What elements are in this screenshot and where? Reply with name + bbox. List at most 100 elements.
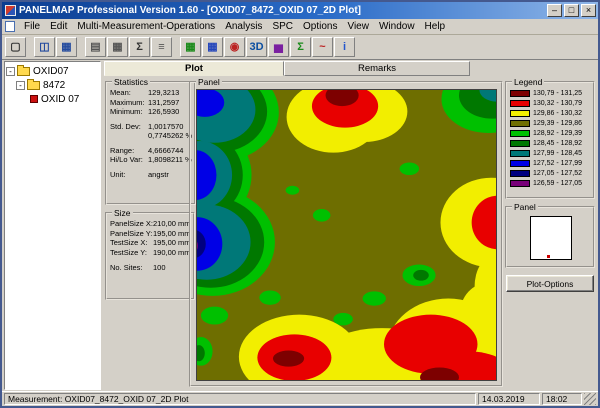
mdi-child-icon[interactable] [5, 21, 15, 32]
legend-color-swatch [510, 149, 530, 157]
plot-options-button[interactable]: Plot-Options [506, 275, 594, 292]
measurement-node-icon [30, 95, 38, 103]
legend-color-swatch [510, 179, 530, 187]
contour-map [197, 90, 496, 380]
menu-item[interactable]: Edit [45, 20, 72, 33]
statistics-row: 0,7745262 % [148, 131, 193, 140]
menu-item[interactable]: View [342, 20, 374, 33]
menu-item[interactable]: SPC [267, 20, 298, 33]
tree-item-label: OXID07 [33, 65, 69, 77]
wafer-map-icon[interactable]: ◉ [224, 37, 245, 57]
legend-title: Legend [514, 77, 543, 87]
resize-grip[interactable] [584, 393, 596, 405]
maximize-button[interactable]: □ [564, 4, 579, 17]
minimize-button[interactable]: – [547, 4, 562, 17]
panel-preview-groupbox: Panel [505, 202, 595, 268]
menubar: File Edit Multi-Measurement-Operations A… [2, 19, 598, 35]
status-measurement: Measurement: OXID07_8472_OXID 07_2D Plot [4, 393, 476, 405]
legend-color-swatch [510, 139, 530, 147]
legend-entry: 129,86 - 130,32 [510, 108, 591, 118]
toolbar: ▢ ◫ ▦ ▤ ▦ Σ ≡ ▦ ▦ ◉ 3D ▅ Σ ~ i [2, 35, 598, 60]
titlebar: PANELMAP Professional Version 1.60 - [OX… [2, 2, 598, 19]
app-icon[interactable] [5, 5, 16, 16]
legend-color-swatch [510, 169, 530, 177]
size-row: PanelSize X: 210,00 mm [110, 219, 191, 228]
legend-color-swatch [510, 159, 530, 167]
legend-entry: 130,79 - 131,25 [510, 88, 591, 98]
statistics-row: Hi/Lo Var: 1,8098211 % [110, 155, 192, 164]
legend-range-label: 128,92 - 129,39 [533, 129, 583, 137]
tab-plot[interactable]: Plot [104, 61, 284, 76]
cascade-windows-icon[interactable]: ◫ [34, 37, 55, 57]
map-2d-green-icon[interactable]: ▦ [180, 37, 201, 57]
menu-item[interactable]: Window [374, 20, 420, 33]
legend-range-label: 130,32 - 130,79 [533, 99, 583, 107]
notes-icon[interactable]: ≡ [151, 37, 172, 57]
panel-orientation-mark [547, 255, 551, 258]
map-2d-blue-icon[interactable]: ▦ [202, 37, 223, 57]
tree-item-oxid07[interactable]: - OXID07 [6, 64, 99, 78]
tree-item-oxid-07[interactable]: OXID 07 [6, 92, 99, 106]
menu-item[interactable]: File [19, 20, 45, 33]
legend-color-swatch [510, 129, 530, 137]
tree-item-8472[interactable]: - 8472 [6, 78, 99, 92]
legend-entry: 130,32 - 130,79 [510, 98, 591, 108]
folder-icon [17, 64, 30, 76]
view-3d-icon[interactable]: 3D [246, 37, 267, 57]
left-column: Statistics Mean: 129,3213 Maximum: 131,2… [104, 77, 197, 390]
edit-table-icon[interactable]: ▤ [85, 37, 106, 57]
size-groupbox: Size PanelSize X: 210,00 mm PanelSize Y:… [105, 208, 195, 300]
new-document-icon[interactable]: ▢ [5, 37, 26, 57]
size-row: TestSize Y: 190,00 mm [110, 247, 191, 257]
legend-color-swatch [510, 89, 530, 97]
panel-groupbox: Panel [189, 77, 503, 387]
legend-groupbox: Legend 130,79 - 131,25 130,32 - 130,79 1… [505, 77, 595, 199]
sigma-statistics-icon[interactable]: Σ [290, 37, 311, 57]
size-row: PanelSize Y: 195,00 mm [110, 228, 191, 238]
size-row: TestSize X: 195,00 mm [110, 238, 191, 247]
tree-item-label: OXID 07 [41, 93, 80, 105]
legend-range-label: 129,39 - 129,86 [533, 119, 583, 127]
legend-color-swatch [510, 119, 530, 127]
sum-table-icon[interactable]: Σ [129, 37, 150, 57]
statistics-row: Unit: angstr [110, 169, 169, 179]
statistics-row: Maximum: 131,2597 [110, 97, 180, 107]
legend-color-swatch [510, 99, 530, 107]
collapse-icon[interactable]: - [16, 80, 25, 90]
window-title: PANELMAP Professional Version 1.60 - [OX… [19, 5, 361, 16]
tab-remarks[interactable]: Remarks [284, 61, 470, 76]
content-area: - OXID07 - 8472 OXID 07 Plot Remarks Sta… [2, 60, 598, 391]
legend-range-label: 129,86 - 130,32 [533, 109, 583, 117]
main-area: Plot Remarks Statistics Mean: 129,3213 M… [104, 61, 596, 390]
size-row: No. Sites: 100 [110, 263, 166, 272]
statistics-row: Std. Dev: 1,0017570 [110, 121, 184, 131]
bar-chart-icon[interactable]: ▅ [268, 37, 289, 57]
right-column: Legend 130,79 - 131,25 130,32 - 130,79 1… [504, 77, 596, 390]
legend-entry: 127,05 - 127,52 [510, 168, 591, 178]
thickness-map-plot[interactable] [196, 89, 497, 381]
tree-item-label: 8472 [43, 79, 66, 91]
legend-entry: 128,45 - 128,92 [510, 138, 591, 148]
measurement-tree: - OXID07 - 8472 OXID 07 [4, 61, 101, 390]
menu-item[interactable]: Multi-Measurement-Operations [72, 20, 220, 33]
app-window: PANELMAP Professional Version 1.60 - [OX… [0, 0, 600, 408]
panel-title: Panel [198, 77, 220, 87]
legend-entry: 127,52 - 127,99 [510, 158, 591, 168]
spc-chart-icon[interactable]: ~ [312, 37, 333, 57]
info-icon[interactable]: i [334, 37, 355, 57]
tile-windows-icon[interactable]: ▦ [56, 37, 77, 57]
menu-item[interactable]: Help [420, 20, 451, 33]
close-button[interactable]: × [581, 4, 596, 17]
data-grid-icon[interactable]: ▦ [107, 37, 128, 57]
statistics-groupbox: Statistics Mean: 129,3213 Maximum: 131,2… [105, 77, 197, 205]
legend-entry: 126,59 - 127,05 [510, 178, 591, 188]
status-date: 14.03.2019 [478, 393, 540, 405]
legend-color-swatch [510, 109, 530, 117]
collapse-icon[interactable]: - [6, 66, 15, 76]
size-title: Size [114, 208, 131, 218]
legend-entry: 127,99 - 128,45 [510, 148, 591, 158]
legend-range-label: 130,79 - 131,25 [533, 89, 583, 97]
menu-item[interactable]: Options [298, 20, 342, 33]
menu-item[interactable]: Analysis [220, 20, 267, 33]
legend-entry: 128,92 - 129,39 [510, 128, 591, 138]
